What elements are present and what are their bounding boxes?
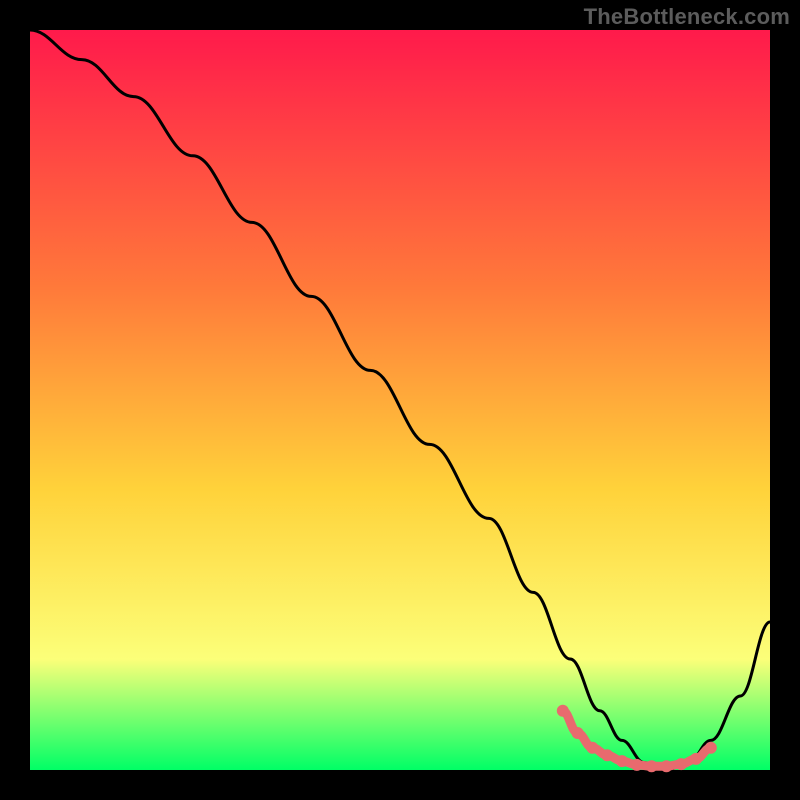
highlight-marker bbox=[660, 760, 672, 772]
chart-svg bbox=[0, 0, 800, 800]
highlight-marker bbox=[646, 760, 658, 772]
highlight-marker bbox=[616, 755, 628, 767]
highlight-marker bbox=[675, 758, 687, 770]
highlight-marker bbox=[601, 749, 613, 761]
highlight-marker bbox=[572, 727, 584, 739]
highlight-marker bbox=[690, 753, 702, 765]
highlight-marker bbox=[631, 759, 643, 771]
chart-canvas: TheBottleneck.com bbox=[0, 0, 800, 800]
highlight-marker bbox=[586, 742, 598, 754]
watermark-text: TheBottleneck.com bbox=[584, 4, 790, 30]
highlight-marker bbox=[705, 742, 717, 754]
plot-background bbox=[30, 30, 770, 770]
highlight-marker bbox=[557, 705, 569, 717]
